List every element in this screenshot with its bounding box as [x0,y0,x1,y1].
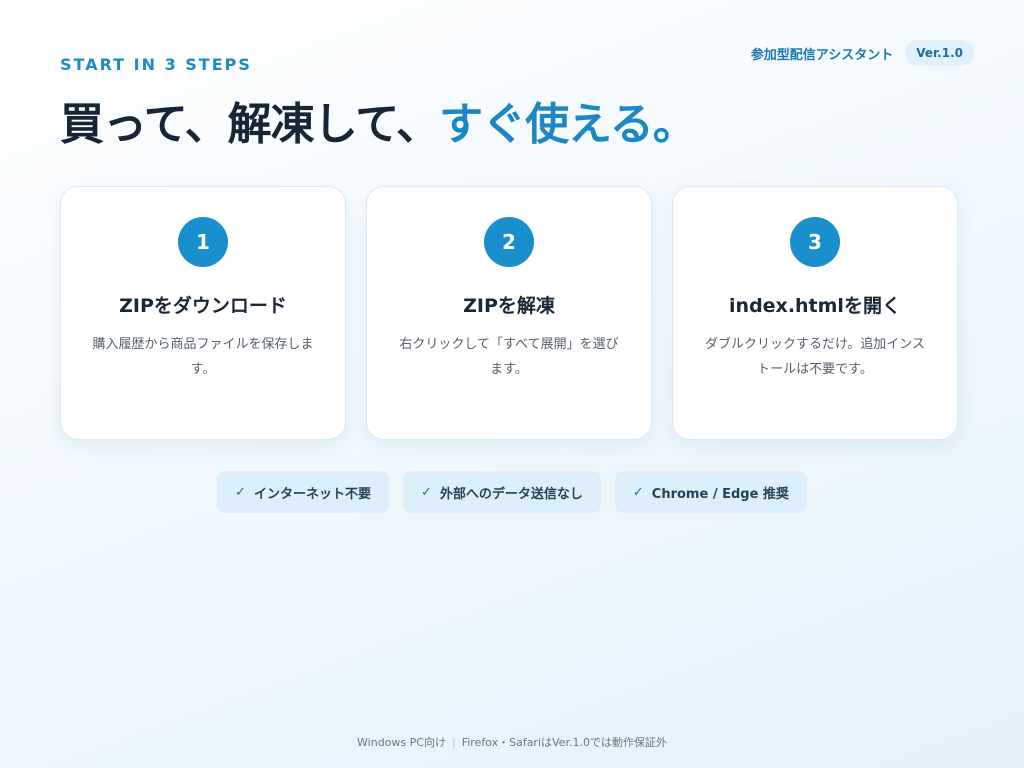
feature-label: インターネット不要 [253,486,371,502]
headline-accent: すぐ使える。 [439,99,697,150]
feature-badge-offline: ✓ インターネット不要 [217,471,389,513]
step-title: ZIPをダウンロード [119,295,287,317]
eyebrow-label: START IN 3 STEPS [60,55,252,74]
step-number: 2 [484,217,534,267]
steps-list: 1 ZIPをダウンロード 購入履歴から商品ファイルを保存します。 2 ZIPを解… [60,186,958,440]
step-card-2: 2 ZIPを解凍 右クリックして「すべて展開」を選びます。 [366,186,652,440]
page: START IN 3 STEPS 買って、解凍して、すぐ使える。 参加型配信アシ… [0,0,1024,768]
footer-browser-note: Firefox・SafariはVer.1.0では動作保証外 [461,736,667,749]
feature-label: Chrome / Edge 推奨 [651,486,789,502]
check-icon: ✓ [632,484,644,500]
app-name: 参加型配信アシスタント [750,47,894,63]
step-description: ダブルクリックするだけ。追加インストールは不要です。 [704,337,926,377]
step-title: index.htmlを開く [729,295,901,317]
app-header: 参加型配信アシスタント Ver.1.0 [751,40,974,66]
step-card-3: 3 index.htmlを開く ダブルクリックするだけ。追加インストールは不要で… [672,186,958,440]
headline-main: 買って、解凍して、 [60,99,440,150]
step-number: 3 [790,217,840,267]
check-icon: ✓ [420,484,432,500]
step-title: ZIPを解凍 [463,295,555,317]
footer-divider: | [451,736,456,749]
check-icon: ✓ [235,484,246,500]
footer-platform: Windows PC向け [357,736,446,749]
feature-badge-no-data-sending: ✓ 外部へのデータ送信なし [402,471,601,513]
step-number: 1 [178,217,228,267]
version-badge: Ver.1.0 [905,40,974,66]
step-description: 購入履歴から商品ファイルを保存します。 [92,337,314,377]
page-title: 買って、解凍して、すぐ使える。 [60,88,697,152]
feature-badge-browser: ✓ Chrome / Edge 推奨 [614,471,807,513]
feature-badges: ✓ インターネット不要 ✓ 外部へのデータ送信なし ✓ Chrome / Edg… [0,471,1024,513]
step-card-1: 1 ZIPをダウンロード 購入履歴から商品ファイルを保存します。 [60,186,346,440]
footer-note: Windows PC向け | Firefox・SafariはVer.1.0では動作保… [0,734,1024,750]
step-description: 右クリックして「すべて展開」を選びます。 [399,337,619,377]
feature-label: 外部へのデータ送信なし [439,486,583,502]
